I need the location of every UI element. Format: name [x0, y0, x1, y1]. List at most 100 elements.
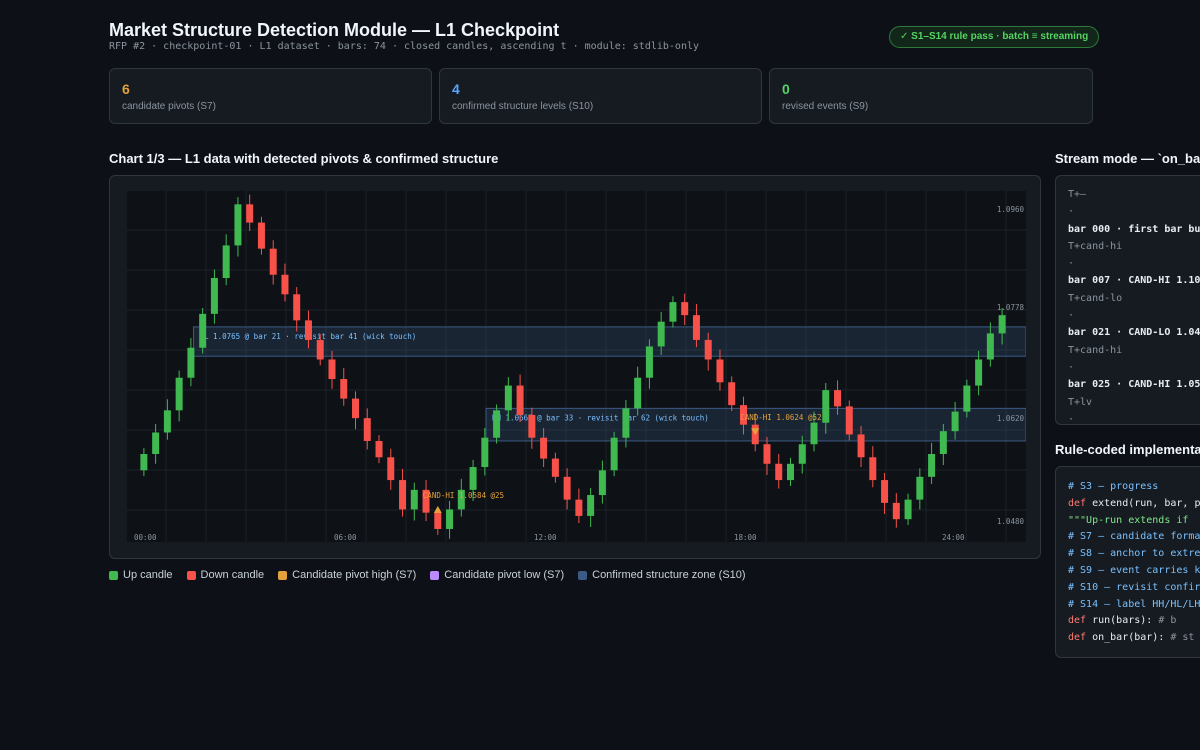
code-token: run(bars):: [1092, 615, 1159, 627]
code-section-title: Rule-coded implementa: [1055, 442, 1200, 457]
x-tick-label: 06:00: [334, 533, 357, 542]
code-token: # S7 — candidate formati: [1068, 531, 1200, 543]
code-line: def extend(run, bar, prog: [1068, 496, 1200, 513]
code-panel[interactable]: # S3 — progress def extend(run, bar, prog…: [1055, 466, 1200, 658]
stream-log-line: ·: [1068, 310, 1075, 322]
stream-log-line: T+cand-hi: [1068, 344, 1123, 356]
stat-card-confirmed-levels: 4 confirmed structure levels (S10): [439, 68, 762, 124]
candle-down: [304, 320, 312, 340]
candle-down: [281, 274, 289, 295]
stream-log-line: T+—: [1068, 189, 1087, 200]
candle-up: [493, 410, 501, 438]
candle-down: [563, 476, 571, 500]
stream-log-line: T+cand-lo: [1068, 292, 1123, 304]
candle-up: [469, 467, 477, 490]
candle-down: [845, 406, 853, 435]
code-token: # S3 — progress: [1068, 481, 1159, 492]
x-tick-label: 00:00: [134, 533, 157, 542]
candle-down: [246, 204, 254, 223]
page-title: Market Structure Detection Module — L1 C…: [109, 20, 560, 40]
code-token: """Up-run extends if: [1068, 514, 1189, 526]
candle-down: [763, 444, 771, 464]
legend-swatch: [430, 570, 440, 580]
code-line: # S7 — candidate formati: [1068, 529, 1200, 546]
code-token: # S10 — revisit confirms: [1068, 581, 1200, 593]
candle-down: [775, 463, 783, 481]
candle-up: [787, 463, 794, 481]
candle-up: [916, 476, 924, 500]
legend-swatch: [109, 570, 118, 580]
candle-down: [728, 382, 736, 406]
code-line: # S8 — anchor to extreme: [1068, 546, 1200, 563]
candle-up: [822, 390, 830, 423]
code-line: # S3 — progress: [1068, 479, 1200, 496]
code-line: # S10 — revisit confirms: [1068, 580, 1200, 597]
candle-down: [352, 398, 359, 419]
code-token: def: [1068, 632, 1093, 644]
candle-up: [928, 454, 936, 477]
candle-down: [375, 440, 383, 458]
stream-log-line: ·: [1068, 361, 1075, 373]
candle-up: [904, 499, 912, 520]
legend-item: Down candle: [186, 569, 264, 581]
code-token: # S9 — event carries know: [1068, 564, 1200, 576]
stream-log-line: T+cand-hi: [1068, 240, 1123, 252]
candle-up: [163, 410, 171, 433]
candle-up: [645, 346, 653, 378]
stream-log-line: bar 007 · CAND-HI 1.106: [1068, 275, 1200, 287]
stat-value: 6: [122, 81, 130, 97]
stat-label: candidate pivots (S7): [122, 101, 216, 112]
y-tick-label: 1.0778: [997, 303, 1025, 312]
stat-card-revised-events: 0 revised events (S9): [769, 68, 1093, 124]
candle-down: [257, 222, 265, 249]
candle-up: [504, 385, 512, 411]
candle-down: [857, 434, 865, 458]
candle-up: [634, 377, 642, 409]
stat-label: confirmed structure levels (S10): [452, 101, 594, 112]
chart-section-title: Chart 1/3 — L1 data with detected pivots…: [109, 151, 499, 166]
code-line: # S14 — label HH/HL/LH/LL: [1068, 597, 1200, 614]
stream-log-line: ·: [1068, 258, 1075, 270]
candle-down: [575, 499, 583, 516]
x-tick-label: 12:00: [534, 533, 557, 542]
candle-up: [222, 245, 230, 278]
candle-up: [951, 411, 959, 432]
stat-value: 4: [452, 81, 460, 97]
candle-up: [410, 489, 418, 510]
candle-up: [998, 315, 1006, 334]
candle-down: [892, 502, 900, 520]
candle-up: [152, 432, 160, 454]
candle-up: [810, 422, 818, 445]
code-token: # S14 — label HH/HL/LH/LL: [1068, 598, 1200, 610]
legend-item: Confirmed structure zone (S10): [578, 569, 746, 581]
candle-up: [446, 509, 454, 529]
stream-log-panel[interactable]: T+— · bar 000 · first bar buf T+cand-hi · bar…: [1055, 175, 1200, 425]
code-token: on_bar(bar):: [1092, 632, 1171, 644]
candle-up: [199, 313, 207, 348]
candle-up: [939, 431, 947, 454]
x-tick-label: 18:00: [734, 533, 757, 542]
legend-label: Candidate pivot low (S7): [444, 569, 565, 581]
candle-up: [963, 385, 971, 412]
y-tick-label: 1.0480: [997, 517, 1025, 526]
stream-log-line: bar 021 · CAND-LO 1.049: [1068, 327, 1200, 339]
candle-up: [481, 437, 489, 468]
legend-label: Confirmed structure zone (S10): [592, 569, 746, 581]
legend-swatch: [186, 570, 196, 580]
code-line: # S9 — event carries know: [1068, 563, 1200, 580]
candle-down: [528, 414, 536, 438]
candlestick-chart[interactable]: HL 1.0765 @ bar 21 · revisit bar 41 (wic…: [126, 190, 1026, 542]
y-tick-label: 1.0620: [997, 414, 1025, 423]
code-token: # S8 — anchor to extreme: [1068, 548, 1200, 560]
candle-down: [269, 248, 277, 275]
candle-down: [681, 302, 689, 316]
candidate-pivot-label: CAND-HI 1.0624 @52: [740, 413, 821, 422]
legend-item: Candidate pivot high (S7): [278, 569, 416, 581]
candle-up: [175, 377, 183, 411]
stat-label: revised events (S9): [782, 101, 869, 112]
candle-up: [140, 454, 148, 471]
candle-down: [516, 385, 524, 415]
chart-card: HL 1.0765 @ bar 21 · revisit bar 41 (wic…: [109, 175, 1041, 559]
x-tick-label: 24:00: [942, 533, 965, 542]
stream-section-title: Stream mode — `on_bar: [1055, 151, 1200, 166]
